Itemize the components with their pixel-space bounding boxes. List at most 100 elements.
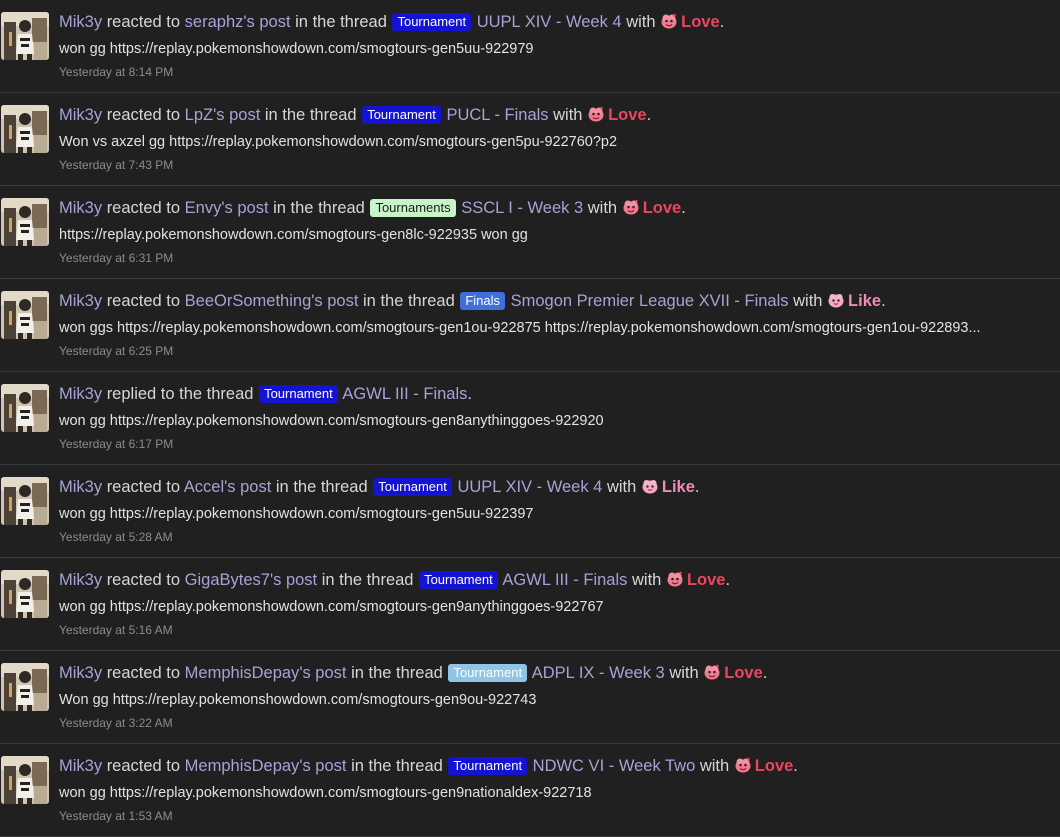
with-text: with xyxy=(669,664,699,682)
activity-line: Mik3y replied to the thread Tournament A… xyxy=(59,382,1050,406)
in-the-thread-text: in the thread xyxy=(295,13,387,31)
timestamp[interactable]: Yesterday at 1:53 AM xyxy=(59,808,173,824)
period: . xyxy=(719,13,725,31)
thread-prefix-badge[interactable]: Tournament xyxy=(448,757,528,775)
post-link[interactable]: MemphisDepay's post xyxy=(185,664,347,682)
avatar[interactable] xyxy=(1,291,49,339)
content-snippet[interactable]: won gg https://replay.pokemonshowdown.co… xyxy=(59,39,1050,59)
thread-link[interactable]: AGWL III - Finals xyxy=(342,385,467,403)
period: . xyxy=(467,385,472,403)
period: . xyxy=(881,292,886,310)
post-suffix: 's post xyxy=(243,13,291,31)
activity-line: Mik3y reacted to MemphisDepay's post in … xyxy=(59,661,1050,685)
thread-prefix-badge[interactable]: Tournament xyxy=(373,478,452,496)
post-link[interactable]: seraphz's post xyxy=(185,13,291,31)
in-the-thread-text: in the thread xyxy=(351,664,443,682)
timestamp[interactable]: Yesterday at 5:16 AM xyxy=(59,622,173,638)
thread-link[interactable]: SSCL I - Week 3 xyxy=(461,199,583,217)
post-link[interactable]: LpZ's post xyxy=(185,106,261,124)
reacted-to-text: reacted to xyxy=(106,664,181,682)
user-link[interactable]: Mik3y xyxy=(59,571,102,589)
poster-name: BeeOrSomething xyxy=(184,292,312,310)
reacted-to-text: reacted to xyxy=(106,757,181,775)
user-link[interactable]: Mik3y xyxy=(59,385,102,403)
timestamp[interactable]: Yesterday at 6:17 PM xyxy=(59,436,173,452)
thread-link[interactable]: NDWC VI - Week Two xyxy=(533,757,696,775)
thread-link[interactable]: ADPL IX - Week 3 xyxy=(532,664,665,682)
thread-prefix-badge[interactable]: Tournament xyxy=(392,13,472,31)
poster-name: GigaBytes7 xyxy=(184,571,270,589)
avatar[interactable] xyxy=(1,756,49,804)
activity-line: Mik3y reacted to Accel's post in the thr… xyxy=(59,475,1050,499)
feed-item: Mik3y reacted to GigaBytes7's post in th… xyxy=(0,558,1060,651)
avatar[interactable] xyxy=(1,663,49,711)
activity-line: Mik3y reacted to seraphz's post in the t… xyxy=(59,10,1050,34)
content-snippet[interactable]: won gg https://replay.pokemonshowdown.co… xyxy=(59,783,1050,803)
thread-link[interactable]: AGWL III - Finals xyxy=(502,571,627,589)
with-text: with xyxy=(626,13,656,31)
user-link[interactable]: Mik3y xyxy=(59,757,102,775)
post-link[interactable]: MemphisDepay's post xyxy=(185,757,347,775)
thread-link[interactable]: PUCL - Finals xyxy=(446,106,548,124)
user-link[interactable]: Mik3y xyxy=(59,199,102,217)
thread-link[interactable]: Smogon Premier League XVII - Finals xyxy=(511,292,789,310)
in-the-thread-text: in the thread xyxy=(363,292,455,310)
thread-link[interactable]: UUPL XIV - Week 4 xyxy=(457,478,602,496)
avatar[interactable] xyxy=(1,12,49,60)
in-the-thread-text: in the thread xyxy=(273,199,365,217)
user-link[interactable]: Mik3y xyxy=(59,292,102,310)
post-link[interactable]: GigaBytes7's post xyxy=(185,571,317,589)
reacted-to-text: reacted to xyxy=(106,292,181,310)
poster-name: LpZ xyxy=(184,106,214,124)
feed-item: Mik3y reacted to LpZ's post in the threa… xyxy=(0,93,1060,186)
post-link[interactable]: Accel's post xyxy=(184,478,272,496)
avatar[interactable] xyxy=(1,477,49,525)
activity-line: Mik3y reacted to BeeOrSomething's post i… xyxy=(59,289,1050,313)
content-snippet[interactable]: won gg https://replay.pokemonshowdown.co… xyxy=(59,597,1050,617)
period: . xyxy=(725,571,731,589)
with-text: with xyxy=(553,106,583,124)
content-snippet[interactable]: won gg https://replay.pokemonshowdown.co… xyxy=(59,504,1050,524)
thread-prefix-badge[interactable]: Tournament xyxy=(259,385,338,403)
reaction-label: Love xyxy=(642,199,682,217)
poster-name: MemphisDepay xyxy=(184,664,300,682)
content-snippet[interactable]: Won gg https://replay.pokemonshowdown.co… xyxy=(59,690,1050,710)
thread-prefix-badge[interactable]: Tournament xyxy=(362,106,441,124)
thread-prefix-badge[interactable]: Tournament xyxy=(419,571,498,589)
post-link[interactable]: BeeOrSomething's post xyxy=(185,292,359,310)
content-snippet[interactable]: https://replay.pokemonshowdown.com/smogt… xyxy=(59,225,1050,245)
timestamp[interactable]: Yesterday at 8:14 PM xyxy=(59,64,173,80)
timestamp[interactable]: Yesterday at 5:28 AM xyxy=(59,529,173,545)
avatar[interactable] xyxy=(1,105,49,153)
reaction-label: Like xyxy=(848,292,882,310)
timestamp[interactable]: Yesterday at 6:25 PM xyxy=(59,343,173,359)
in-the-thread-text: in the thread xyxy=(351,757,443,775)
thread-link[interactable]: UUPL XIV - Week 4 xyxy=(477,13,622,31)
thread-prefix-badge[interactable]: Tournaments xyxy=(370,199,456,217)
reaction-label: Love xyxy=(724,664,763,682)
thread-prefix-badge[interactable]: Finals xyxy=(460,292,506,310)
post-link[interactable]: Envy's post xyxy=(185,199,269,217)
post-suffix: 's post xyxy=(221,199,269,217)
reaction: Love xyxy=(622,199,682,217)
reaction: Love xyxy=(587,106,647,124)
avatar[interactable] xyxy=(1,198,49,246)
avatar[interactable] xyxy=(1,570,49,618)
avatar[interactable] xyxy=(1,384,49,432)
content-snippet[interactable]: won ggs https://replay.pokemonshowdown.c… xyxy=(59,318,1050,338)
in-the-thread-text: in the thread xyxy=(275,478,368,496)
content-snippet[interactable]: won gg https://replay.pokemonshowdown.co… xyxy=(59,411,1050,431)
feed-item: Mik3y replied to the thread Tournament A… xyxy=(0,372,1060,465)
user-link[interactable]: Mik3y xyxy=(59,106,102,124)
timestamp[interactable]: Yesterday at 7:43 PM xyxy=(59,157,173,173)
replied-text: replied to the thread xyxy=(106,385,254,403)
user-link[interactable]: Mik3y xyxy=(59,664,102,682)
content-snippet[interactable]: Won vs axzel gg https://replay.pokemonsh… xyxy=(59,132,1050,152)
reaction: Love xyxy=(666,571,725,589)
user-link[interactable]: Mik3y xyxy=(59,13,102,31)
user-link[interactable]: Mik3y xyxy=(59,478,102,496)
timestamp[interactable]: Yesterday at 3:22 AM xyxy=(59,715,173,731)
feed-item: Mik3y reacted to MemphisDepay's post in … xyxy=(0,744,1060,837)
timestamp[interactable]: Yesterday at 6:31 PM xyxy=(59,250,173,266)
thread-prefix-badge[interactable]: Tournament xyxy=(448,664,528,682)
